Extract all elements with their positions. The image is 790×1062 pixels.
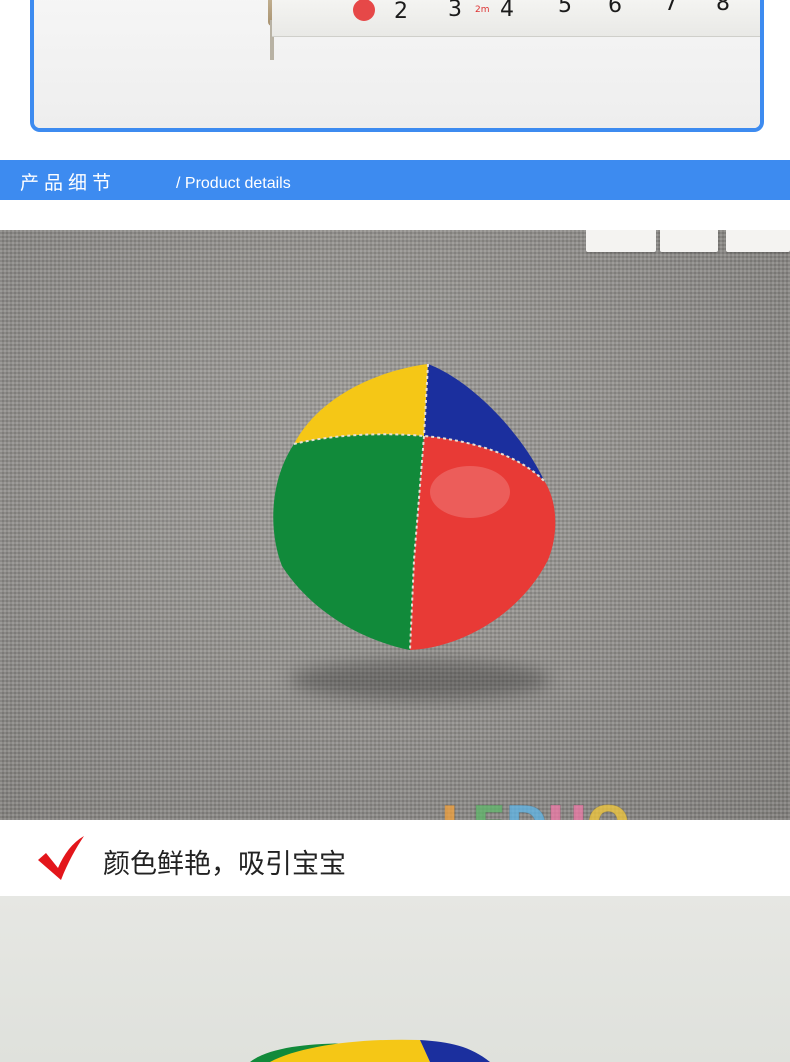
check-mark-icon [38, 836, 84, 880]
caption-text: 颜色鲜艳，吸引宝宝 [103, 849, 346, 880]
feature-caption: 颜色鲜艳，吸引宝宝 [0, 820, 790, 896]
measurement-photo-frame: 2 3 2m 4 5 6 7 8 9 [30, 0, 764, 132]
tape-unit-label: 2m [475, 5, 490, 15]
tape-measure: 2 3 2m 4 5 6 7 8 9 [272, 0, 764, 37]
watermark-letter: L [439, 796, 473, 821]
watermark-letter: O [586, 796, 631, 821]
section-header-bar: 产品细节 / Product details [0, 160, 790, 200]
ball-panel-yellow [294, 364, 428, 444]
watermark-letter: U [545, 796, 588, 821]
ball-panel-blue [420, 1040, 490, 1062]
tape-number: 6 [608, 0, 622, 18]
ball-highlight [430, 466, 510, 518]
brand-watermark-logo: LEDUO [439, 796, 631, 821]
watermark-letter: D [504, 796, 548, 821]
juggling-ball [273, 363, 556, 651]
product-photo-ball-2 [0, 896, 790, 1062]
juggling-ball-partial [250, 1039, 490, 1062]
section-title-cn: 产品细节 [20, 172, 117, 194]
tape-measure-ticks: 2 3 2m 4 5 6 7 8 9 [353, 0, 764, 24]
tape-number: 7 [664, 0, 678, 16]
section-title-en: / Product details [176, 175, 291, 192]
tape-number: 2 [394, 0, 408, 24]
tape-number: 5 [558, 0, 572, 18]
tape-number: 4 [500, 0, 514, 22]
tape-red-marker [353, 0, 375, 21]
tape-number: 3 [448, 0, 462, 22]
product-photo-ball: LEDUO [0, 230, 790, 820]
tape-number: 9 [760, 0, 764, 14]
watermark-letter: E [471, 796, 507, 821]
tape-number: 8 [716, 0, 730, 16]
ball-panel-green [273, 434, 424, 650]
